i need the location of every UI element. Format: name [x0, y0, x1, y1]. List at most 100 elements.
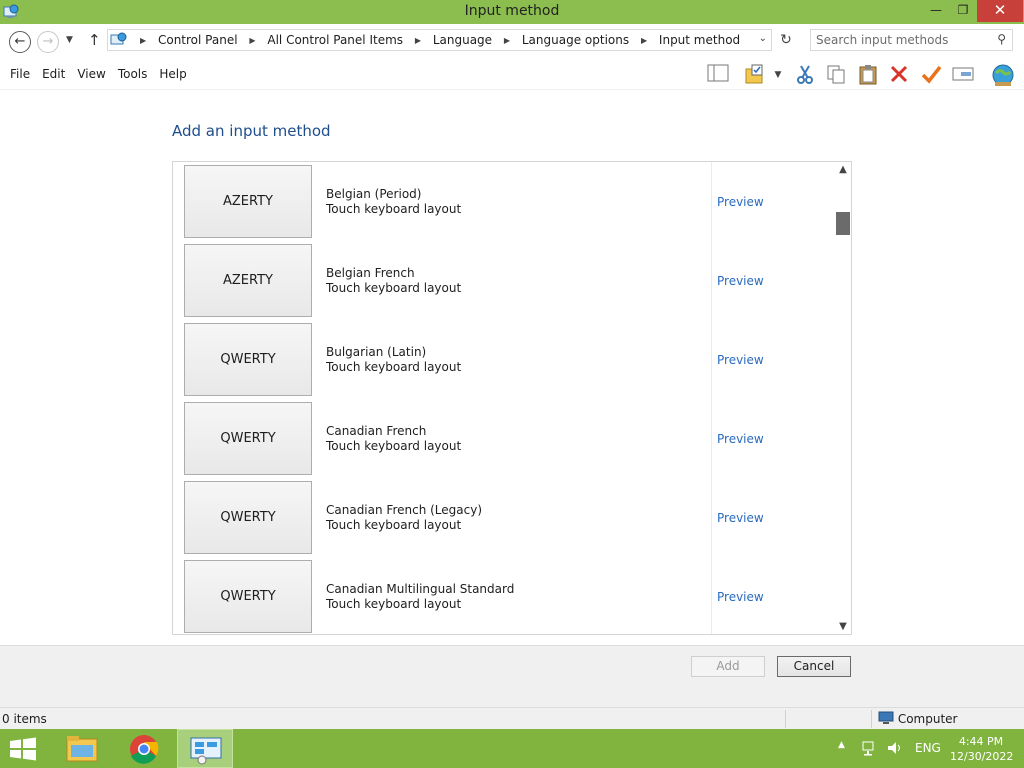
maximize-button[interactable]: ❐ [950, 0, 976, 22]
globe-icon[interactable] [990, 63, 1016, 87]
properties-icon[interactable] [950, 63, 976, 87]
copy-icon[interactable] [823, 63, 849, 87]
taskbar: ▲ ENG 4:44 PM 12/30/2022 [0, 729, 1024, 768]
breadcrumb-item-input-method[interactable]: Input method [659, 33, 740, 47]
breadcrumb-item-language-options[interactable]: Language options [522, 33, 629, 47]
item-description: Touch keyboard layout [326, 281, 462, 295]
computer-icon [878, 711, 894, 724]
folder-icon [66, 736, 98, 762]
menu-edit[interactable]: Edit [36, 67, 71, 81]
status-divider [785, 710, 786, 728]
control-panel-taskbar-button[interactable] [177, 729, 233, 768]
scroll-thumb[interactable] [836, 212, 850, 235]
item-name: Belgian French [326, 266, 415, 280]
dialog-footer: Add Cancel [0, 645, 1024, 707]
menu-file[interactable]: File [4, 67, 36, 81]
control-panel-icon [190, 737, 222, 765]
status-divider [871, 710, 872, 728]
keyboard-layout-tile[interactable]: QWERTY [184, 481, 312, 554]
item-description: Touch keyboard layout [326, 202, 462, 216]
chevron-right-icon[interactable]: ▶ [249, 36, 255, 45]
status-location: Computer [878, 711, 957, 726]
language-indicator[interactable]: ENG [915, 741, 941, 768]
recent-locations-icon[interactable]: ▼ [66, 35, 73, 45]
item-name: Belgian (Period) [326, 187, 422, 201]
chrome-icon [130, 735, 159, 764]
minimize-button[interactable]: — [922, 0, 950, 22]
list-item[interactable]: QWERTY Canadian Multilingual Standard To… [173, 557, 833, 634]
forward-button[interactable]: → [37, 31, 59, 53]
menu-view[interactable]: View [71, 67, 111, 81]
list-item[interactable]: QWERTY Bulgarian (Latin) Touch keyboard … [173, 320, 833, 399]
breadcrumb-item-control-panel[interactable]: Control Panel [158, 33, 238, 47]
scroll-up-icon[interactable]: ▲ [834, 164, 851, 175]
folder-check-icon[interactable] [743, 63, 769, 87]
address-bar[interactable]: ▶ Control Panel ▶ All Control Panel Item… [107, 29, 772, 51]
refresh-button[interactable]: ↻ [775, 29, 797, 51]
search-input[interactable] [811, 30, 986, 50]
cancel-button[interactable]: Cancel [777, 656, 851, 677]
back-button[interactable]: ← [9, 31, 31, 53]
file-explorer-taskbar-button[interactable] [54, 729, 110, 768]
network-icon[interactable] [861, 739, 879, 768]
clock[interactable]: 4:44 PM 12/30/2022 [950, 734, 1013, 764]
layout-icon[interactable] [705, 63, 731, 87]
vertical-scrollbar[interactable]: ▲ ▼ [834, 162, 851, 634]
title-bar: Input method — ❐ ✕ [0, 0, 1024, 24]
input-method-list[interactable]: AZERTY Belgian (Period) Touch keyboard l… [172, 161, 852, 635]
window-title: Input method [464, 3, 560, 19]
preview-link[interactable]: Preview [717, 353, 764, 367]
menu-bar: File Edit View Tools Help ▼ [0, 60, 1024, 90]
delete-icon[interactable] [886, 63, 912, 87]
item-description: Touch keyboard layout [326, 518, 462, 532]
show-hidden-icons-icon[interactable]: ▲ [838, 740, 845, 768]
list-item[interactable]: AZERTY Belgian French Touch keyboard lay… [173, 241, 833, 320]
menu-tools[interactable]: Tools [112, 67, 154, 81]
add-button[interactable]: Add [691, 656, 765, 677]
search-box[interactable]: ⚲ [810, 29, 1013, 51]
item-count: 0 items [2, 712, 47, 726]
close-button[interactable]: ✕ [977, 0, 1023, 22]
chevron-right-icon[interactable]: ▶ [504, 36, 510, 45]
preview-link[interactable]: Preview [717, 590, 764, 604]
scroll-down-icon[interactable]: ▼ [834, 621, 851, 632]
item-name: Canadian French (Legacy) [326, 503, 483, 517]
preview-link[interactable]: Preview [717, 195, 764, 209]
keyboard-layout-tile[interactable]: QWERTY [184, 560, 312, 633]
list-item[interactable]: AZERTY Belgian (Period) Touch keyboard l… [173, 162, 833, 241]
clock-time: 4:44 PM [958, 735, 1004, 748]
chevron-right-icon[interactable]: ▶ [140, 36, 146, 45]
volume-icon[interactable] [886, 739, 904, 768]
chevron-down-icon[interactable]: ⌄ [759, 33, 767, 44]
status-location-label: Computer [897, 712, 958, 726]
breadcrumb: ▶ Control Panel ▶ All Control Panel Item… [132, 33, 740, 47]
item-name: Bulgarian (Latin) [326, 345, 427, 359]
preview-link[interactable]: Preview [717, 432, 764, 446]
check-icon[interactable] [918, 63, 944, 87]
list-item[interactable]: QWERTY Canadian French Touch keyboard la… [173, 399, 833, 478]
search-icon[interactable]: ⚲ [997, 32, 1006, 46]
keyboard-layout-tile[interactable]: AZERTY [184, 244, 312, 317]
chevron-down-icon[interactable]: ▼ [768, 63, 788, 87]
chevron-right-icon[interactable]: ▶ [415, 36, 421, 45]
paste-icon[interactable] [855, 63, 881, 87]
chevron-right-icon[interactable]: ▶ [641, 36, 647, 45]
list-item[interactable]: QWERTY Canadian French (Legacy) Touch ke… [173, 478, 833, 557]
preview-link[interactable]: Preview [717, 511, 764, 525]
address-row: ← → ▼ ↑ ▶ Control Panel ▶ All Control Pa… [0, 24, 1024, 60]
breadcrumb-item-language[interactable]: Language [433, 33, 492, 47]
item-name: Canadian Multilingual Standard [326, 582, 515, 596]
cut-icon[interactable] [792, 63, 818, 87]
control-panel-icon [110, 32, 127, 45]
chrome-taskbar-button[interactable] [116, 729, 172, 768]
keyboard-layout-tile[interactable]: QWERTY [184, 402, 312, 475]
preview-link[interactable]: Preview [717, 274, 764, 288]
breadcrumb-item-all-items[interactable]: All Control Panel Items [267, 33, 403, 47]
menu-help[interactable]: Help [153, 67, 192, 81]
windows-start-icon[interactable] [8, 737, 38, 761]
page-title: Add an input method [172, 122, 331, 140]
keyboard-layout-tile[interactable]: QWERTY [184, 323, 312, 396]
status-bar: 0 items Computer [0, 707, 1024, 729]
up-button[interactable]: ↑ [88, 31, 101, 49]
keyboard-layout-tile[interactable]: AZERTY [184, 165, 312, 238]
